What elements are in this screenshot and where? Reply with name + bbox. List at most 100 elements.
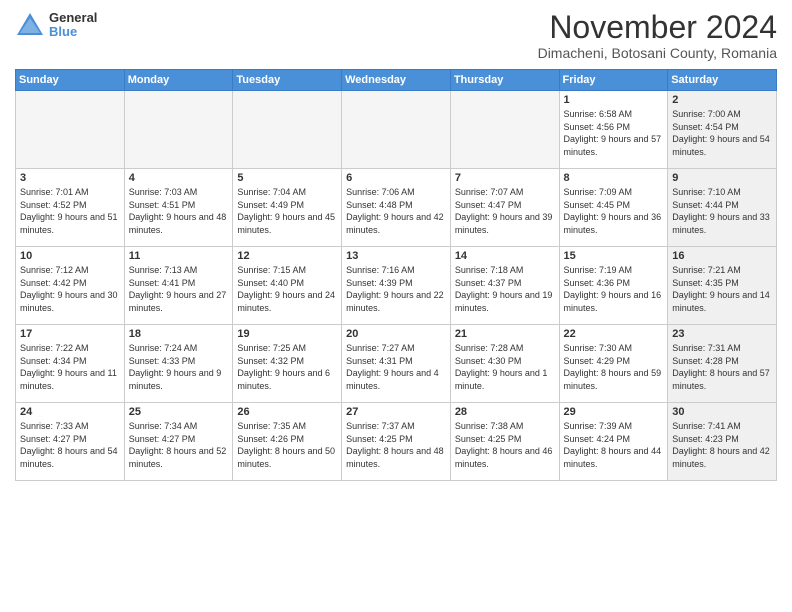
calendar-week-3: 10 Sunrise: 7:12 AM Sunset: 4:42 PM Dayli…: [16, 247, 777, 325]
calendar-cell: 11 Sunrise: 7:13 AM Sunset: 4:41 PM Dayli…: [124, 247, 233, 325]
calendar-cell: 9Sunrise: 7:10 AM Sunset: 4:44 PM Daylig…: [668, 169, 777, 247]
calendar-header-friday: Friday: [559, 70, 668, 91]
day-info: Sunrise: 7:33 AM Sunset: 4:27 PM Dayligh…: [20, 420, 120, 470]
day-info: Sunrise: 7:16 AM Sunset: 4:39 PM Dayligh…: [346, 264, 446, 314]
calendar-cell: 20Sunrise: 7:27 AM Sunset: 4:31 PM Dayli…: [342, 325, 451, 403]
day-number: 5: [237, 172, 337, 184]
day-info: Sunrise: 7:34 AM Sunset: 4:27 PM Dayligh…: [129, 420, 229, 470]
calendar-week-4: 17 Sunrise: 7:22 AM Sunset: 4:34 PM Dayli…: [16, 325, 777, 403]
calendar-cell: 15Sunrise: 7:19 AM Sunset: 4:36 PM Dayli…: [559, 247, 668, 325]
header: General Blue November 2024 Dimacheni, Bo…: [15, 10, 777, 61]
day-number: 24: [20, 406, 120, 418]
calendar-header-row: SundayMondayTuesdayWednesdayThursdayFrid…: [16, 70, 777, 91]
day-number: 9: [672, 172, 772, 184]
day-info: Sunrise: 7:30 AM Sunset: 4:29 PM Dayligh…: [564, 342, 664, 392]
day-info: Sunrise: 7:00 AM Sunset: 4:54 PM Dayligh…: [672, 108, 772, 158]
calendar-week-1: 1 Sunrise: 6:58 AM Sunset: 4:56 PM Daylig…: [16, 91, 777, 169]
location: Dimacheni, Botosani County, Romania: [538, 45, 777, 61]
calendar-cell: 30Sunrise: 7:41 AM Sunset: 4:23 PM Dayli…: [668, 403, 777, 481]
day-info: Sunrise: 7:13 AM Sunset: 4:41 PM Dayligh…: [129, 264, 229, 314]
calendar-cell: 12Sunrise: 7:15 AM Sunset: 4:40 PM Dayli…: [233, 247, 342, 325]
calendar-cell: [450, 91, 559, 169]
day-info: Sunrise: 7:06 AM Sunset: 4:48 PM Dayligh…: [346, 186, 446, 236]
calendar-header-monday: Monday: [124, 70, 233, 91]
calendar: SundayMondayTuesdayWednesdayThursdayFrid…: [15, 69, 777, 481]
calendar-cell: 4Sunrise: 7:03 AM Sunset: 4:51 PM Daylig…: [124, 169, 233, 247]
day-number: 7: [455, 172, 555, 184]
day-info: Sunrise: 7:31 AM Sunset: 4:28 PM Dayligh…: [672, 342, 772, 392]
calendar-cell: 13 Sunrise: 7:16 AM Sunset: 4:39 PM Dayli…: [342, 247, 451, 325]
day-number: 18: [129, 328, 229, 340]
day-number: 16: [672, 250, 772, 262]
day-number: 22: [564, 328, 664, 340]
day-number: 3: [20, 172, 120, 184]
calendar-cell: 3 Sunrise: 7:01 AM Sunset: 4:52 PM Daylig…: [16, 169, 125, 247]
calendar-header-wednesday: Wednesday: [342, 70, 451, 91]
calendar-header-tuesday: Tuesday: [233, 70, 342, 91]
calendar-cell: 14 Sunrise: 7:18 AM Sunset: 4:37 PM Dayli…: [450, 247, 559, 325]
day-info: Sunrise: 7:37 AM Sunset: 4:25 PM Dayligh…: [346, 420, 446, 470]
calendar-cell: 17 Sunrise: 7:22 AM Sunset: 4:34 PM Dayli…: [16, 325, 125, 403]
calendar-cell: 5 Sunrise: 7:04 AM Sunset: 4:49 PM Daylig…: [233, 169, 342, 247]
day-info: Sunrise: 7:21 AM Sunset: 4:35 PM Dayligh…: [672, 264, 772, 314]
day-info: Sunrise: 7:28 AM Sunset: 4:30 PM Dayligh…: [455, 342, 555, 392]
day-info: Sunrise: 7:15 AM Sunset: 4:40 PM Dayligh…: [237, 264, 337, 314]
day-info: Sunrise: 7:27 AM Sunset: 4:31 PM Dayligh…: [346, 342, 446, 392]
day-number: 25: [129, 406, 229, 418]
day-info: Sunrise: 7:38 AM Sunset: 4:25 PM Dayligh…: [455, 420, 555, 470]
month-title: November 2024: [538, 10, 777, 45]
calendar-header-saturday: Saturday: [668, 70, 777, 91]
day-number: 10: [20, 250, 120, 262]
day-info: Sunrise: 7:25 AM Sunset: 4:32 PM Dayligh…: [237, 342, 337, 392]
day-number: 6: [346, 172, 446, 184]
day-number: 17: [20, 328, 120, 340]
calendar-header-thursday: Thursday: [450, 70, 559, 91]
calendar-week-5: 24 Sunrise: 7:33 AM Sunset: 4:27 PM Dayli…: [16, 403, 777, 481]
day-info: Sunrise: 7:01 AM Sunset: 4:52 PM Dayligh…: [20, 186, 120, 236]
calendar-week-2: 3 Sunrise: 7:01 AM Sunset: 4:52 PM Daylig…: [16, 169, 777, 247]
logo-text: General Blue: [49, 11, 97, 40]
day-number: 23: [672, 328, 772, 340]
calendar-cell: 21 Sunrise: 7:28 AM Sunset: 4:30 PM Dayli…: [450, 325, 559, 403]
day-number: 11: [129, 250, 229, 262]
calendar-cell: 2 Sunrise: 7:00 AM Sunset: 4:54 PM Daylig…: [668, 91, 777, 169]
calendar-cell: 25 Sunrise: 7:34 AM Sunset: 4:27 PM Dayli…: [124, 403, 233, 481]
day-info: Sunrise: 7:07 AM Sunset: 4:47 PM Dayligh…: [455, 186, 555, 236]
day-number: 30: [672, 406, 772, 418]
calendar-cell: 19 Sunrise: 7:25 AM Sunset: 4:32 PM Dayli…: [233, 325, 342, 403]
calendar-cell: [233, 91, 342, 169]
day-number: 4: [129, 172, 229, 184]
calendar-cell: 6 Sunrise: 7:06 AM Sunset: 4:48 PM Daylig…: [342, 169, 451, 247]
day-info: Sunrise: 7:39 AM Sunset: 4:24 PM Dayligh…: [564, 420, 664, 470]
day-info: Sunrise: 7:18 AM Sunset: 4:37 PM Dayligh…: [455, 264, 555, 314]
calendar-cell: 29 Sunrise: 7:39 AM Sunset: 4:24 PM Dayli…: [559, 403, 668, 481]
calendar-cell: 28 Sunrise: 7:38 AM Sunset: 4:25 PM Dayli…: [450, 403, 559, 481]
day-info: Sunrise: 7:19 AM Sunset: 4:36 PM Dayligh…: [564, 264, 664, 314]
day-number: 2: [672, 94, 772, 106]
day-number: 27: [346, 406, 446, 418]
day-number: 28: [455, 406, 555, 418]
day-number: 14: [455, 250, 555, 262]
day-info: Sunrise: 7:22 AM Sunset: 4:34 PM Dayligh…: [20, 342, 120, 392]
day-number: 19: [237, 328, 337, 340]
day-info: Sunrise: 7:12 AM Sunset: 4:42 PM Dayligh…: [20, 264, 120, 314]
day-info: Sunrise: 6:58 AM Sunset: 4:56 PM Dayligh…: [564, 108, 664, 158]
calendar-cell: 7 Sunrise: 7:07 AM Sunset: 4:47 PM Daylig…: [450, 169, 559, 247]
day-number: 29: [564, 406, 664, 418]
day-info: Sunrise: 7:24 AM Sunset: 4:33 PM Dayligh…: [129, 342, 229, 392]
logo-general: General: [49, 11, 97, 25]
calendar-cell: [124, 91, 233, 169]
day-number: 1: [564, 94, 664, 106]
calendar-cell: 26Sunrise: 7:35 AM Sunset: 4:26 PM Dayli…: [233, 403, 342, 481]
calendar-cell: 8Sunrise: 7:09 AM Sunset: 4:45 PM Daylig…: [559, 169, 668, 247]
day-number: 13: [346, 250, 446, 262]
day-info: Sunrise: 7:04 AM Sunset: 4:49 PM Dayligh…: [237, 186, 337, 236]
logo-blue: Blue: [49, 25, 97, 39]
calendar-cell: 10 Sunrise: 7:12 AM Sunset: 4:42 PM Dayli…: [16, 247, 125, 325]
calendar-cell: 23 Sunrise: 7:31 AM Sunset: 4:28 PM Dayli…: [668, 325, 777, 403]
calendar-cell: 1 Sunrise: 6:58 AM Sunset: 4:56 PM Daylig…: [559, 91, 668, 169]
calendar-cell: [342, 91, 451, 169]
day-number: 21: [455, 328, 555, 340]
calendar-cell: 16 Sunrise: 7:21 AM Sunset: 4:35 PM Dayli…: [668, 247, 777, 325]
calendar-header-sunday: Sunday: [16, 70, 125, 91]
